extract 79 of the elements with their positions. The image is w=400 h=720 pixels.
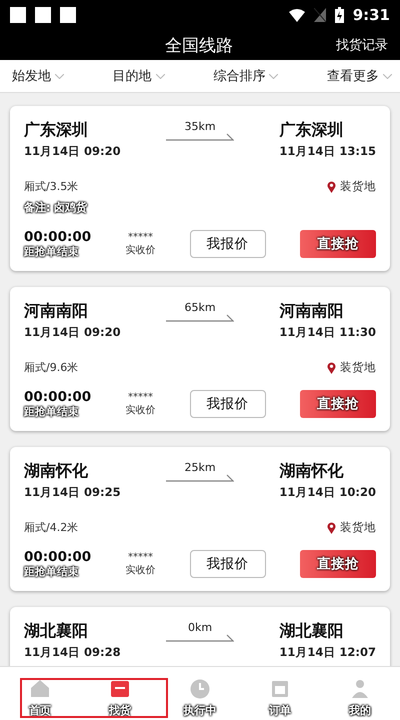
hidden-price: ***** [128,552,153,562]
origin-city: 湖北襄阳 [24,621,89,642]
destination-city: 湖南怀化 [279,461,344,482]
route-card[interactable]: 湖北襄阳 11月14日 09:28 0km 湖北襄阳 11月14日 12:07 [10,607,390,666]
signal-icon [314,8,326,22]
distance-label: 65km [184,301,216,314]
clock-time: 9:31 [352,6,390,24]
countdown-timer: 00:00:00 [24,229,92,245]
price-label: 实收价 [125,564,156,576]
home-icon [29,678,51,700]
quote-button[interactable]: 我报价 [190,390,266,418]
battery-icon [334,7,344,23]
destination-city: 广东深圳 [279,120,344,141]
departure-time: 11月14日 09:25 [24,485,121,500]
distance-label: 35km [184,120,216,133]
wifi-icon [288,8,305,22]
person-icon [349,678,371,700]
countdown-timer: 00:00:00 [24,549,92,565]
vehicle-spec: 厢式/9.6米 [24,360,78,375]
page-title: 全国线路 [165,34,233,56]
countdown-label: 距抢单结束 [24,565,80,579]
grab-order-button[interactable]: 直接抢 [300,230,376,258]
chevron-down-icon [55,74,64,78]
origin-city: 广东深圳 [24,120,89,141]
departure-time: 11月14日 09:20 [24,325,121,340]
notification-icon [60,7,76,23]
nav-tab[interactable]: 首页 [0,667,80,720]
nav-tab[interactable]: 执行中 [160,667,240,720]
origin-city: 河南南阳 [24,301,89,322]
hidden-price: ***** [128,232,153,242]
arrival-time: 11月14日 13:15 [279,144,376,159]
departure-time: 11月14日 09:28 [24,645,121,660]
route-card[interactable]: 广东深圳 11月14日 09:20 35km 广东深圳 11月14日 13:15 厢式/3.5米 装货地 备注: 卤鸡货 00:00:00 距抢单结束 ***** 实收价 我报价 直接抢 [10,106,390,271]
countdown-timer: 00:00:00 [24,389,92,405]
route-card[interactable]: 湖南怀化 11月14日 09:25 25km 湖南怀化 11月14日 10:20 厢式/4.2米 装货地 00:00:00 距抢单结束 ***** 实收价 我报价 直接抢 [10,447,390,591]
grab-order-button[interactable]: 直接抢 [300,390,376,418]
distance-label: 0km [188,621,212,634]
chevron-down-icon [269,74,278,78]
loading-place-label[interactable]: 装货地 [340,360,376,375]
filter-dropdown[interactable]: 始发地 [12,67,64,85]
location-pin-icon [327,362,336,374]
route-card[interactable]: 河南南阳 11月14日 09:20 65km 河南南阳 11月14日 11:30 厢式/9.6米 装货地 00:00:00 距抢单结束 ***** 实收价 我报价 直接抢 [10,287,390,431]
destination-city: 河南南阳 [279,301,344,322]
notification-icon [10,7,26,23]
box-icon [109,678,131,700]
departure-time: 11月14日 09:20 [24,144,121,159]
nav-tab[interactable]: 找货 [80,667,160,720]
arrival-time: 11月14日 10:20 [279,485,376,500]
history-link[interactable]: 找货记录 [336,36,388,54]
arrival-time: 11月14日 11:30 [279,325,376,340]
quote-button[interactable]: 我报价 [190,550,266,578]
price-label: 实收价 [125,404,156,416]
loading-place-label[interactable]: 装货地 [340,520,376,535]
arrival-time: 11月14日 12:07 [279,645,376,660]
filter-dropdown[interactable]: 目的地 [112,67,165,85]
calendar-icon [269,678,291,700]
vehicle-spec: 厢式/3.5米 [24,179,78,194]
chevron-down-icon [382,74,392,78]
price-label: 实收价 [125,244,156,256]
location-pin-icon [327,180,336,192]
location-pin-icon [327,522,336,534]
vehicle-spec: 厢式/4.2米 [24,520,78,535]
loading-place-label[interactable]: 装货地 [340,179,376,194]
nav-tab[interactable]: 订单 [240,667,320,720]
clock-icon [189,678,211,700]
filter-dropdown[interactable]: 查看更多 [326,67,392,85]
grab-order-button[interactable]: 直接抢 [300,550,376,578]
nav-tab[interactable]: 我的 [320,667,400,720]
destination-city: 湖北襄阳 [279,621,344,642]
notification-icon [35,7,51,23]
countdown-label: 距抢单结束 [24,245,80,259]
chevron-down-icon [156,74,165,78]
countdown-label: 距抢单结束 [24,405,80,419]
quote-button[interactable]: 我报价 [190,230,266,258]
origin-city: 湖南怀化 [24,461,89,482]
distance-label: 25km [184,461,216,474]
filter-dropdown[interactable]: 综合排序 [213,67,278,85]
hidden-price: ***** [128,392,153,402]
remark-text: 备注: 卤鸡货 [24,200,88,215]
